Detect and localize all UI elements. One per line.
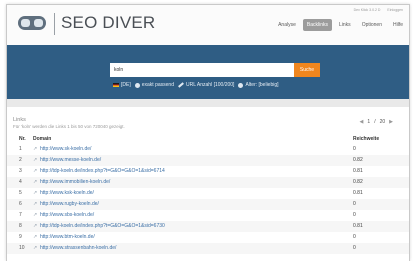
- external-link-icon[interactable]: ↗: [33, 234, 37, 240]
- table-row: 10 ↗ http://www.strassenbahn-koeln.de/0: [7, 243, 409, 254]
- reach-value: 0: [353, 201, 356, 207]
- external-link-icon[interactable]: ↗: [33, 157, 37, 163]
- external-link-icon[interactable]: ↗: [33, 223, 37, 229]
- domain-link[interactable]: http://www.immobilien-koeln.de/: [40, 179, 110, 185]
- option-exact-match[interactable]: exakt passend: [134, 82, 174, 88]
- row-number: 5: [19, 190, 22, 196]
- pencil-icon: [178, 82, 184, 88]
- page-separator: /: [374, 119, 376, 125]
- external-link-icon[interactable]: ↗: [33, 179, 37, 185]
- domain-link[interactable]: http://www.messe-koeln.de/: [40, 157, 101, 163]
- nav-hilfe[interactable]: Hilfe: [389, 19, 407, 31]
- external-link-icon[interactable]: ↗: [33, 168, 37, 174]
- domain-link[interactable]: http://www.sbs-koeln.de/: [40, 212, 94, 218]
- option-url-count-label: URL Anzahl [100/200]: [185, 82, 235, 88]
- table-row: 1 ↗ http://www.sk-koeln.de/0: [7, 144, 409, 155]
- total-pages: 20: [379, 119, 386, 125]
- reach-value: 0.81: [353, 168, 363, 174]
- diving-mask-logo-icon[interactable]: [17, 13, 47, 33]
- option-url-count[interactable]: URL Anzahl [100/200]: [178, 82, 234, 88]
- row-number: 6: [19, 201, 22, 207]
- table-row: 4 ↗ http://www.immobilien-koeln.de/0.82: [7, 177, 409, 188]
- option-country[interactable]: [DE]: [113, 82, 131, 88]
- radio-icon: [134, 82, 140, 88]
- table-row: 8 ↗ http://tdp-koeln.de/index.php?t=G&O=G&…: [7, 221, 409, 232]
- nav-analyse[interactable]: Analyse: [274, 19, 300, 31]
- domain-link[interactable]: http://www.strassenbahn-koeln.de/: [40, 245, 116, 251]
- results-summary: Für 'koln' werden die Links 1 bis 50 von…: [13, 124, 125, 129]
- nav-optionen[interactable]: Optionen: [358, 19, 386, 31]
- row-number: 8: [19, 223, 22, 229]
- reach-value: 0: [353, 234, 356, 240]
- row-number: 4: [19, 179, 22, 185]
- table-row: 2 ↗ http://www.messe-koeln.de/0.82: [7, 155, 409, 166]
- nav-backlinks[interactable]: Backlinks: [302, 19, 332, 31]
- reach-value: 0: [353, 212, 356, 218]
- row-number: 7: [19, 212, 22, 218]
- table-row: 6 ↗ http://www.rugby-koeln.de/0: [7, 199, 409, 210]
- external-link-icon[interactable]: ↗: [33, 201, 37, 207]
- row-number: 3: [19, 168, 22, 174]
- column-header-reach: Reichweite: [353, 136, 380, 142]
- reach-value: 0.82: [353, 157, 363, 163]
- domain-link[interactable]: http://www.ksk-koeln.de/: [40, 190, 94, 196]
- current-page: 1: [367, 119, 371, 125]
- table-row: 9 ↗ http://www.btm-koeln.de/0: [7, 232, 409, 243]
- domain-link[interactable]: http://www.sk-koeln.de/: [40, 146, 91, 152]
- table-row: 7 ↗ http://www.sbs-koeln.de/0: [7, 210, 409, 221]
- option-age-label: Alter: [beliebig]: [245, 82, 279, 88]
- section-divider: [7, 99, 409, 107]
- radio-icon: [238, 82, 244, 88]
- table-row: 5 ↗ http://www.ksk-koeln.de/0.81: [7, 188, 409, 199]
- search-button[interactable]: Suche: [294, 63, 320, 77]
- external-link-icon[interactable]: ↗: [33, 245, 37, 251]
- flag-de-icon: [113, 83, 119, 87]
- domain-link[interactable]: http://tdp-koeln.de/index.php?t=G&O=G&O=…: [40, 223, 165, 229]
- domain-link[interactable]: http://www.btm-koeln.de/: [40, 234, 95, 240]
- main-nav: Analyse Backlinks Links Optionen Hilfe: [274, 19, 407, 31]
- prev-page-icon[interactable]: ◀: [360, 119, 364, 125]
- search-options: [DE] exakt passend URL Anzahl [100/200] …: [113, 82, 279, 88]
- option-country-label: [DE]: [121, 82, 131, 88]
- reach-value: 0: [353, 245, 356, 251]
- external-link-icon[interactable]: ↗: [33, 212, 37, 218]
- reach-value: 0.81: [353, 223, 363, 229]
- pagination: ◀ 1 / 20 ▶: [360, 119, 393, 125]
- logo-divider: [54, 13, 55, 35]
- row-number: 9: [19, 234, 22, 240]
- top-links: Dev Klick 3.0.2 D Einloggen: [348, 8, 403, 12]
- domain-link[interactable]: http://tdp-koeln.de/index.php?t=G&O=G&O=…: [40, 168, 165, 174]
- reach-value: 0.82: [353, 179, 363, 185]
- table-row: 3 ↗ http://tdp-koeln.de/index.php?t=G&O=G&…: [7, 166, 409, 177]
- external-link-icon[interactable]: ↗: [33, 146, 37, 152]
- results-title: Links: [13, 117, 26, 123]
- option-age[interactable]: Alter: [beliebig]: [238, 82, 279, 88]
- reach-value: 0.81: [353, 190, 363, 196]
- app-window: SEO DIVER Dev Klick 3.0.2 D Einloggen An…: [6, 4, 410, 261]
- brand-name[interactable]: SEO DIVER: [61, 13, 155, 33]
- header: SEO DIVER Dev Klick 3.0.2 D Einloggen An…: [7, 5, 409, 45]
- column-header-domain: Domain: [33, 136, 52, 142]
- search-input[interactable]: [110, 63, 294, 77]
- column-header-nr: Nr.: [19, 136, 26, 142]
- external-link-icon[interactable]: ↗: [33, 190, 37, 196]
- domain-link[interactable]: http://www.rugby-koeln.de/: [40, 201, 99, 207]
- row-number: 2: [19, 157, 22, 163]
- reach-value: 0: [353, 146, 356, 152]
- nav-links[interactable]: Links: [335, 19, 355, 31]
- option-exact-match-label: exakt passend: [141, 82, 174, 88]
- row-number: 10: [19, 245, 25, 251]
- version-link[interactable]: Dev Klick 3.0.2 D: [354, 8, 381, 12]
- next-page-icon[interactable]: ▶: [389, 119, 393, 125]
- row-number: 1: [19, 146, 22, 152]
- search-band: Suche [DE] exakt passend URL Anzahl [100…: [7, 45, 409, 99]
- login-link[interactable]: Einloggen: [387, 8, 403, 12]
